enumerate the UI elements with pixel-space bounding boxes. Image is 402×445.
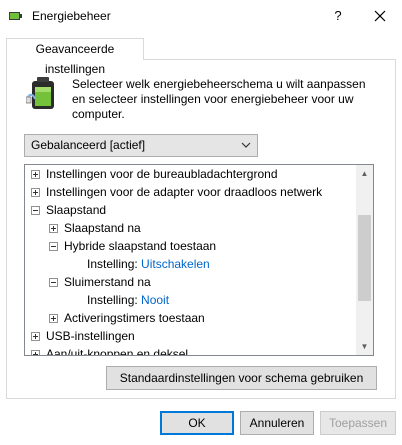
setting-value-link[interactable]: Nooit [141, 293, 169, 307]
description-text: Selecteer welk energiebeheerschema u wil… [72, 77, 366, 121]
vertical-scrollbar[interactable]: ▲ ▼ [356, 165, 373, 355]
ok-button[interactable]: OK [160, 411, 234, 435]
power-options-icon [9, 12, 22, 20]
setting-row[interactable]: Instelling: Nooit [87, 291, 169, 309]
settings-tree[interactable]: Instellingen voor de bureaubladachtergro… [24, 164, 374, 356]
power-scheme-dropdown[interactable]: Gebalanceerd [actief] [24, 134, 258, 157]
expand-icon[interactable] [49, 224, 58, 233]
collapse-icon[interactable] [31, 206, 40, 215]
scroll-down-arrow-icon[interactable]: ▼ [356, 338, 373, 355]
chevron-down-icon [241, 135, 251, 163]
close-button[interactable] [358, 0, 402, 32]
help-button[interactable]: ? [318, 0, 358, 32]
title-bar: Energiebeheer ? [0, 0, 402, 32]
collapse-icon[interactable] [49, 278, 58, 287]
restore-defaults-button[interactable]: Standaardinstellingen voor schema gebrui… [106, 366, 377, 390]
apply-button[interactable]: Toepassen [320, 411, 396, 435]
expand-icon[interactable] [31, 350, 40, 355]
cancel-button[interactable]: Annuleren [240, 411, 314, 435]
expand-icon[interactable] [49, 314, 58, 323]
setting-label: Instelling: [87, 257, 142, 271]
battery-plug-icon [26, 77, 54, 109]
scroll-thumb[interactable] [358, 215, 371, 301]
close-icon [374, 10, 386, 22]
tab-advanced-settings[interactable]: Geavanceerde instellingen [6, 38, 144, 76]
setting-row[interactable]: Instelling: Uitschakelen [87, 255, 210, 273]
collapse-icon[interactable] [49, 242, 58, 251]
setting-value-link[interactable]: Uitschakelen [141, 257, 210, 271]
expand-icon[interactable] [31, 170, 40, 179]
power-scheme-value: Gebalanceerd [actief] [31, 138, 146, 152]
window-title: Energiebeheer [32, 9, 111, 23]
scroll-up-arrow-icon[interactable]: ▲ [356, 165, 373, 182]
expand-icon[interactable] [31, 332, 40, 341]
setting-label: Instelling: [87, 293, 142, 307]
expand-icon[interactable] [31, 188, 40, 197]
